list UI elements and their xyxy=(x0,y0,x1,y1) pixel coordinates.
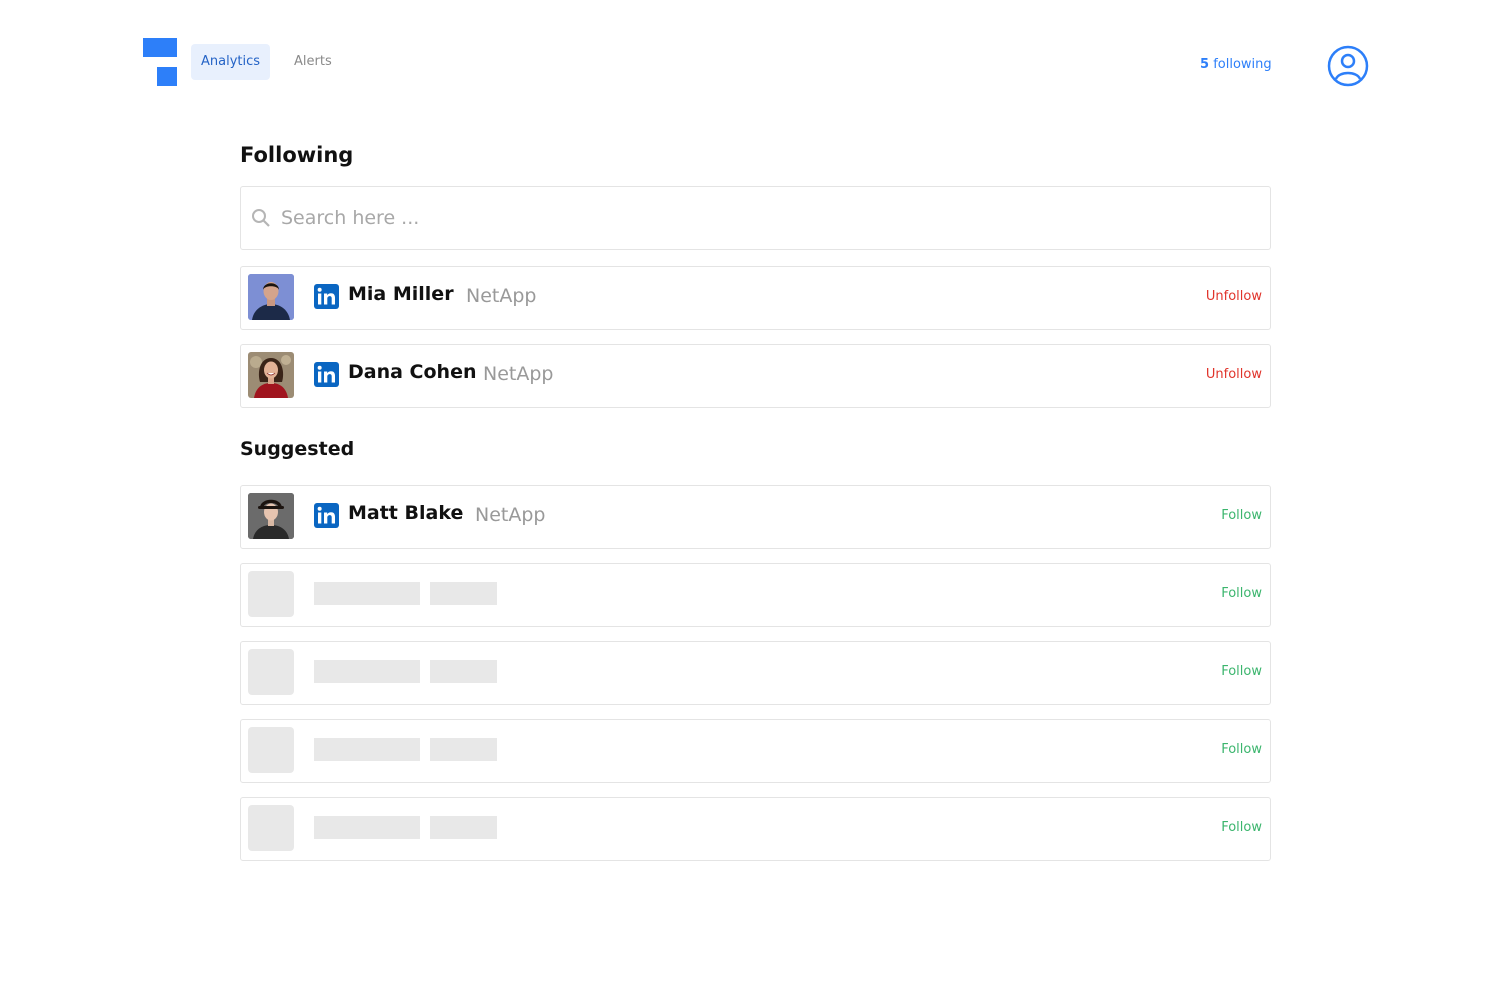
person-name[interactable]: Mia Miller xyxy=(348,283,454,305)
search-field[interactable] xyxy=(240,186,1271,250)
search-icon xyxy=(252,209,270,227)
logo-top-block xyxy=(143,38,177,57)
skeleton-name xyxy=(314,660,420,683)
linkedin-icon[interactable] xyxy=(314,362,339,387)
person-company: NetApp xyxy=(475,504,546,526)
tab-analytics[interactable]: Analytics xyxy=(191,44,271,80)
person-company: NetApp xyxy=(483,363,554,385)
skeleton-company xyxy=(430,816,497,839)
suggested-heading: Suggested xyxy=(240,438,355,460)
skeleton-name xyxy=(314,816,420,839)
suggested-row-placeholder: Follow xyxy=(240,719,1271,783)
following-count-number: 5 xyxy=(1200,57,1210,72)
suggested-row-placeholder: Follow xyxy=(240,563,1271,627)
following-row: Mia Miller NetApp Unfollow xyxy=(240,266,1271,330)
user-profile-button[interactable] xyxy=(1327,45,1369,87)
skeleton-avatar xyxy=(248,727,294,773)
follow-button[interactable]: Follow xyxy=(1221,742,1262,757)
skeleton-avatar xyxy=(248,649,294,695)
suggested-row-placeholder: Follow xyxy=(240,797,1271,861)
app-logo[interactable] xyxy=(143,38,177,86)
follow-button[interactable]: Follow xyxy=(1221,586,1262,601)
person-name[interactable]: Dana Cohen xyxy=(348,361,477,383)
skeleton-name xyxy=(314,582,420,605)
following-row: Dana Cohen NetApp Unfollow xyxy=(240,344,1271,408)
skeleton-company xyxy=(430,582,497,605)
follow-button[interactable]: Follow xyxy=(1221,820,1262,835)
skeleton-company xyxy=(430,738,497,761)
person-name[interactable]: Matt Blake xyxy=(348,502,463,524)
skeleton-avatar xyxy=(248,571,294,617)
avatar[interactable] xyxy=(248,352,294,398)
following-heading: Following xyxy=(240,143,354,167)
search-input[interactable] xyxy=(281,197,1241,239)
logo-bottom-block xyxy=(157,67,177,86)
follow-button[interactable]: Follow xyxy=(1221,508,1262,523)
linkedin-icon[interactable] xyxy=(314,284,339,309)
avatar[interactable] xyxy=(248,493,294,539)
tab-alerts[interactable]: Alerts xyxy=(284,44,342,80)
following-count-label: following xyxy=(1213,57,1272,72)
avatar[interactable] xyxy=(248,274,294,320)
skeleton-name xyxy=(314,738,420,761)
unfollow-button[interactable]: Unfollow xyxy=(1206,367,1262,382)
person-company: NetApp xyxy=(466,285,537,307)
linkedin-icon[interactable] xyxy=(314,503,339,528)
suggested-row: Matt Blake NetApp Follow xyxy=(240,485,1271,549)
suggested-row-placeholder: Follow xyxy=(240,641,1271,705)
user-circle-icon xyxy=(1327,45,1369,87)
following-count-link[interactable]: 5 following xyxy=(1200,57,1272,72)
skeleton-company xyxy=(430,660,497,683)
follow-button[interactable]: Follow xyxy=(1221,664,1262,679)
unfollow-button[interactable]: Unfollow xyxy=(1206,289,1262,304)
skeleton-avatar xyxy=(248,805,294,851)
